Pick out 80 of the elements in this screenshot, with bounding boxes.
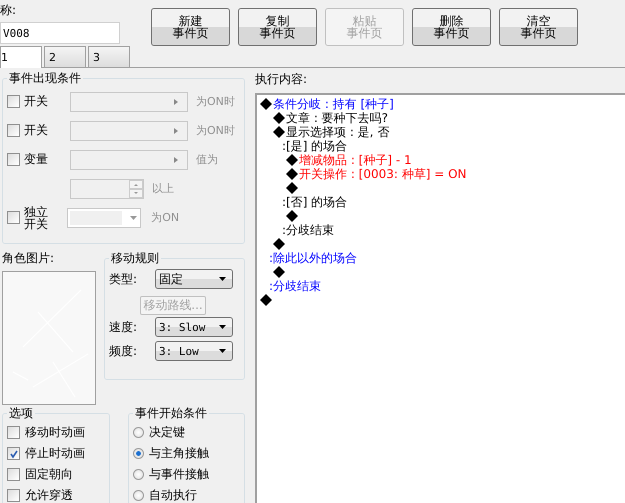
type-dropdown[interactable]: 固定 xyxy=(155,269,233,289)
trigger-label: 决定键 xyxy=(149,424,185,441)
group-title: 选项 xyxy=(8,405,34,422)
caret-icon xyxy=(219,325,226,329)
page-button[interactable]: 清空 事件页 xyxy=(499,8,578,46)
diamond-icon[interactable] xyxy=(286,210,298,222)
frequency-label: 频度: xyxy=(109,342,138,360)
group-title: 移动规则 xyxy=(110,250,160,267)
condition-label: 独立开关 xyxy=(24,206,49,230)
group-title: 事件出现条件 xyxy=(8,70,82,87)
option-label: 移动时动画 xyxy=(25,424,85,441)
arrow-icon xyxy=(174,98,178,104)
frequency-dropdown[interactable]: 3: Low xyxy=(155,341,233,361)
command-line[interactable]: 文章 : 要种下去吗? xyxy=(286,111,388,125)
caret-icon xyxy=(219,349,226,353)
speed-dropdown[interactable]: 3: Slow xyxy=(155,317,233,337)
name-label: 称: xyxy=(0,2,18,19)
condition-label: 开关 xyxy=(24,93,49,110)
checkbox[interactable] xyxy=(7,447,20,460)
checkbox[interactable] xyxy=(7,95,20,108)
condition-suffix: 值为 xyxy=(196,152,218,167)
diamond-icon xyxy=(286,154,298,166)
diamond-icon[interactable] xyxy=(260,294,272,306)
graphic-label: 角色图片: xyxy=(2,250,56,267)
caret-icon xyxy=(130,216,138,220)
diamond-icon[interactable] xyxy=(273,238,285,250)
group-title: 事件开始条件 xyxy=(134,405,208,422)
checkbox[interactable] xyxy=(7,489,20,502)
type-label: 类型: xyxy=(109,270,138,288)
option-label: 固定朝向 xyxy=(25,466,73,483)
command-line[interactable]: :分歧结束 xyxy=(282,223,334,237)
number-field[interactable] xyxy=(70,178,144,198)
option-label: 允许穿透 xyxy=(25,487,73,503)
condition-suffix: 为ON时 xyxy=(196,123,235,138)
command-line[interactable]: 显示选择项 : 是, 否 xyxy=(286,125,390,139)
diamond-icon[interactable] xyxy=(286,182,298,194)
spin-arrows-icon xyxy=(129,180,143,198)
page-button[interactable]: 新建 事件页 xyxy=(151,8,230,46)
condition-suffix: 为ON xyxy=(151,210,180,225)
caret-icon xyxy=(219,277,226,281)
option-label: 停止时动画 xyxy=(25,445,85,462)
diamond-icon[interactable] xyxy=(273,266,285,278)
command-line[interactable]: 开关操作 : [0003: 种草] = ON xyxy=(299,167,467,181)
checkbox[interactable] xyxy=(7,124,20,137)
condition-label: 变量 xyxy=(24,151,49,168)
page-button[interactable]: 删除 事件页 xyxy=(412,8,491,46)
commands-label: 执行内容: xyxy=(255,71,308,88)
condition-label: 开关 xyxy=(24,122,49,139)
diamond-icon xyxy=(273,112,285,124)
radio-button[interactable] xyxy=(133,427,144,438)
arrow-icon xyxy=(174,128,178,134)
checkbox[interactable] xyxy=(7,468,20,481)
name-field[interactable]: V008 xyxy=(0,22,120,44)
page-tab[interactable]: 3 xyxy=(88,46,130,67)
dropdown[interactable] xyxy=(67,208,142,228)
page-tab[interactable]: 2 xyxy=(44,46,86,67)
checkbox[interactable] xyxy=(7,211,20,224)
command-line[interactable]: :除此以外的场合 xyxy=(269,251,358,265)
arrow-icon xyxy=(174,156,178,162)
command-line[interactable]: :[否] 的场合 xyxy=(282,195,348,209)
radio-button[interactable] xyxy=(133,448,144,459)
diamond-icon xyxy=(273,126,285,138)
page-button[interactable]: 复制 事件页 xyxy=(238,8,317,46)
radio-button[interactable] xyxy=(133,490,144,501)
radio-button[interactable] xyxy=(133,469,144,480)
condition-suffix: 为ON时 xyxy=(196,94,235,109)
trigger-label: 与事件接触 xyxy=(149,466,209,483)
page-tab[interactable]: 1 xyxy=(0,46,42,68)
trigger-label: 自动执行 xyxy=(149,487,197,503)
checkbox[interactable] xyxy=(7,426,20,439)
command-line[interactable]: 条件分岐 : 持有 [种子] xyxy=(273,97,394,111)
checkbox[interactable] xyxy=(7,153,20,166)
command-line[interactable]: :[是] 的场合 xyxy=(282,139,348,153)
trigger-label: 与主角接触 xyxy=(149,445,209,462)
diamond-icon xyxy=(260,98,272,110)
speed-label: 速度: xyxy=(109,318,138,336)
command-line[interactable]: 增减物品 : [种子] - 1 xyxy=(299,153,412,167)
condition-suffix: 以上 xyxy=(152,181,174,196)
command-line[interactable]: :分歧结束 xyxy=(269,279,322,293)
diamond-icon xyxy=(286,168,298,180)
